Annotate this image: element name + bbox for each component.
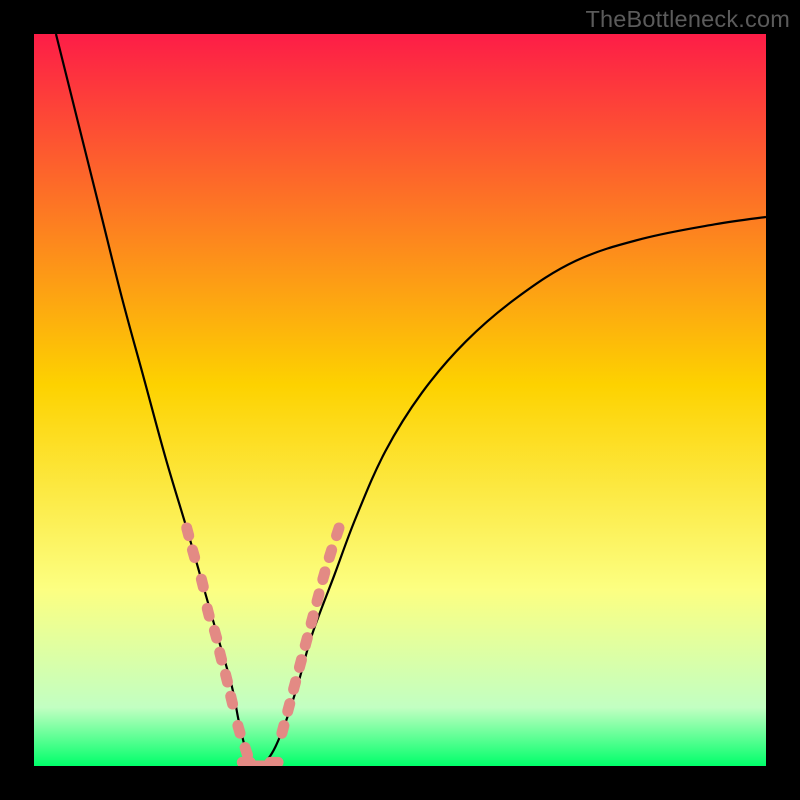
chart-frame: TheBottleneck.com	[0, 0, 800, 800]
chart-svg	[34, 34, 766, 766]
data-marker	[265, 757, 284, 766]
watermark-label: TheBottleneck.com	[585, 6, 790, 33]
plot-area	[34, 34, 766, 766]
plot-background	[34, 34, 766, 766]
